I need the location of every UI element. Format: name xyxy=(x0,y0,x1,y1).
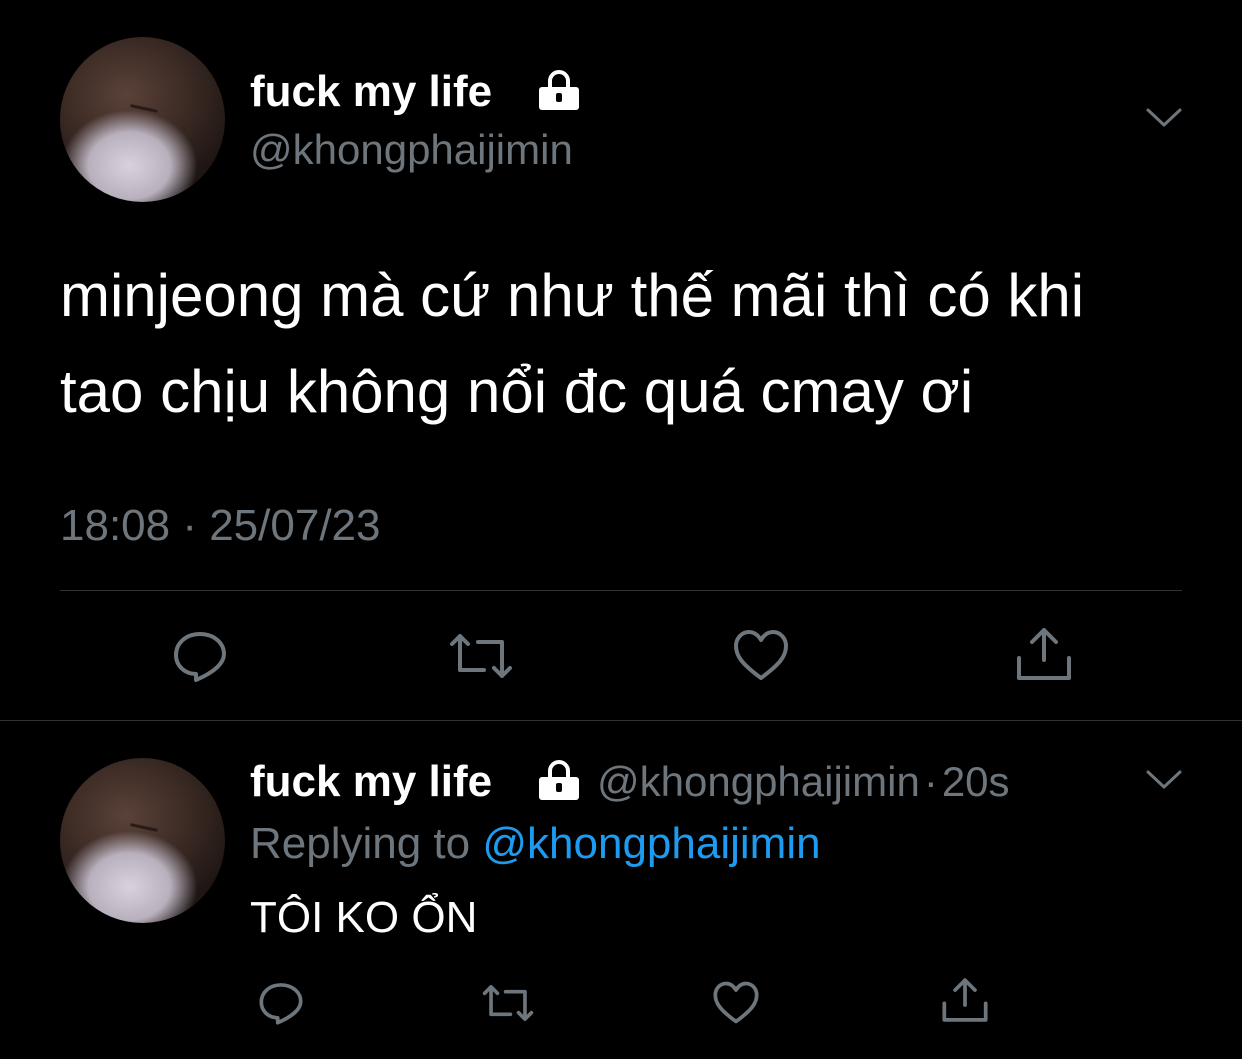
lock-icon xyxy=(537,69,581,111)
reply-meta: @khongphaijimin·20s xyxy=(597,756,1010,808)
share-icon[interactable] xyxy=(1015,624,1073,684)
avatar[interactable] xyxy=(60,37,225,202)
tweet-timestamp[interactable]: 18:08 · 25/07/23 xyxy=(60,500,380,552)
replying-prefix: Replying to xyxy=(250,819,471,868)
tweet-text-line-2: tao chịu không nổi đc quá cmay ơi xyxy=(60,358,974,425)
like-icon[interactable] xyxy=(712,980,760,1025)
replying-to: Replying to @khongphaijimin xyxy=(250,818,821,870)
reply-icon[interactable] xyxy=(258,980,304,1026)
divider xyxy=(60,590,1182,591)
reply-separator: · xyxy=(923,758,938,805)
reply-avatar[interactable] xyxy=(60,758,225,923)
display-name-text[interactable]: fuck my life xyxy=(250,67,492,116)
reply-icon[interactable] xyxy=(172,628,228,684)
reply-display-name[interactable]: fuck my life xyxy=(250,757,492,806)
reply-text: TÔI KO ỔN xyxy=(250,893,478,942)
tweet-text-line-1: minjeong mà cứ như thế mãi thì có khi xyxy=(60,262,1085,329)
retweet-icon[interactable] xyxy=(448,630,514,682)
reply-time[interactable]: 20s xyxy=(942,758,1010,805)
reply-handle[interactable]: @khongphaijimin xyxy=(597,758,920,805)
avatar-eye xyxy=(129,823,159,832)
user-handle[interactable]: @khongphaijimin xyxy=(250,124,573,176)
lock-icon xyxy=(537,759,581,801)
retweet-icon[interactable] xyxy=(481,982,535,1024)
share-icon[interactable] xyxy=(941,975,989,1025)
section-divider xyxy=(0,720,1242,721)
display-name[interactable]: fuck my life xyxy=(250,66,492,118)
avatar-eye xyxy=(129,104,159,113)
replying-handle-link[interactable]: @khongphaijimin xyxy=(482,819,820,868)
like-icon[interactable] xyxy=(732,628,790,682)
reply-header: fuck my life xyxy=(250,756,492,808)
chevron-down-icon[interactable] xyxy=(1145,104,1183,132)
chevron-down-icon[interactable] xyxy=(1145,766,1183,794)
